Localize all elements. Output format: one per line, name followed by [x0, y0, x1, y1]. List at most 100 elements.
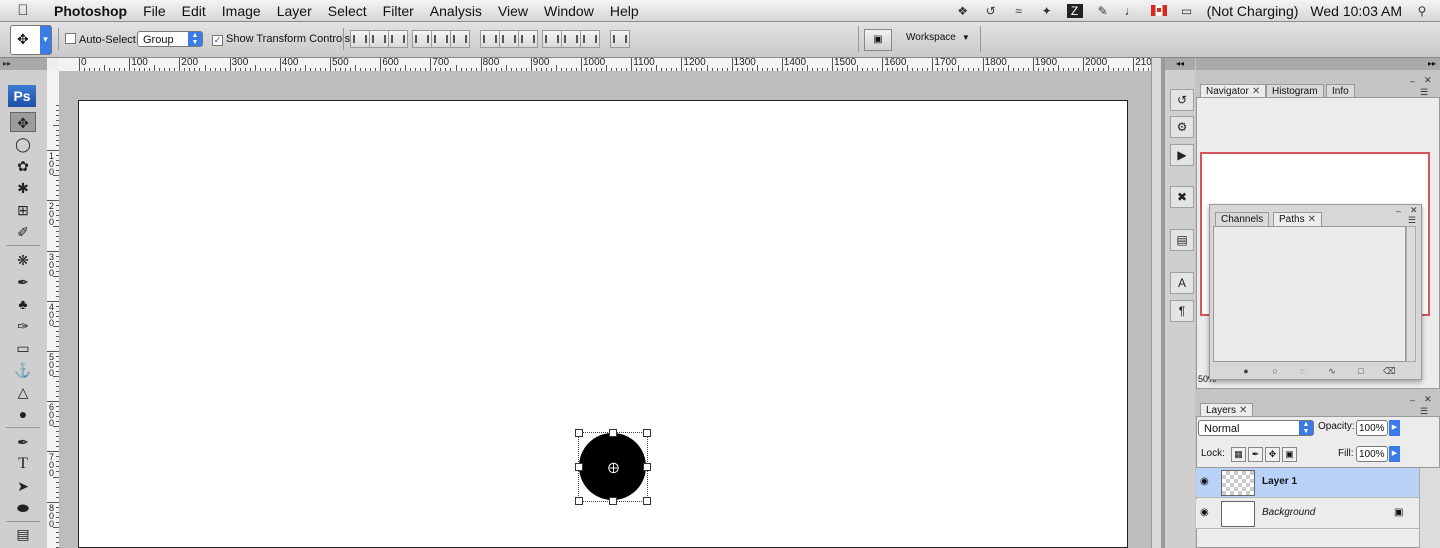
- tab-info[interactable]: Info: [1326, 84, 1355, 98]
- tab-layers[interactable]: Layers ✕: [1200, 403, 1254, 417]
- opacity-slider-arrow-icon[interactable]: ▶: [1389, 420, 1400, 436]
- align-bottom-edges-button[interactable]: [388, 30, 408, 48]
- load-path-as-selection-button[interactable]: ◌: [1296, 366, 1308, 376]
- menu-filter[interactable]: Filter: [375, 3, 422, 19]
- collapse-arrows-icon[interactable]: ▸▸: [0, 58, 47, 70]
- tab-navigator[interactable]: Navigator ✕: [1200, 84, 1267, 98]
- distribute-top-button[interactable]: [480, 30, 500, 48]
- panel-menu-icon[interactable]: ☰: [1408, 215, 1416, 226]
- blur-tool[interactable]: △: [10, 382, 36, 402]
- auto-align-layers-button[interactable]: [610, 30, 630, 48]
- opacity-field[interactable]: 100%: [1356, 420, 1388, 436]
- transform-handle-right[interactable]: [643, 463, 651, 471]
- fill-slider-arrow-icon[interactable]: ▶: [1389, 446, 1400, 462]
- dropbox-icon[interactable]: ❖: [955, 4, 971, 18]
- close-icon[interactable]: ✕: [1424, 75, 1432, 86]
- layer-name[interactable]: Layer 1: [1262, 476, 1297, 487]
- type-tool[interactable]: T: [10, 454, 36, 474]
- tab-channels[interactable]: Channels: [1215, 212, 1270, 226]
- align-horizontal-centers-button[interactable]: [431, 30, 451, 48]
- stroke-path-button[interactable]: ○: [1269, 366, 1281, 376]
- layer-row-layer-1[interactable]: ◉ Layer 1: [1196, 468, 1419, 498]
- distribute-right-button[interactable]: [580, 30, 600, 48]
- menu-window[interactable]: Window: [536, 3, 602, 19]
- menu-image[interactable]: Image: [214, 3, 269, 19]
- menu-photoshop[interactable]: Photoshop: [46, 3, 135, 19]
- fill-field[interactable]: 100%: [1356, 446, 1388, 462]
- layer-name[interactable]: Background: [1262, 507, 1315, 518]
- align-top-edges-button[interactable]: [350, 30, 370, 48]
- close-icon[interactable]: ✕: [1239, 405, 1247, 416]
- elliptical-marquee-tool[interactable]: ◯: [10, 134, 36, 154]
- horizontal-ruler[interactable]: 0 100 200 300 400 500 600 700 800 900 1000 1100 1200…: [58, 58, 1151, 72]
- tool-preset-picker[interactable]: ✥ ▼: [10, 25, 52, 55]
- history-brush-tool[interactable]: ✑: [10, 316, 36, 336]
- lock-image-pixels-button[interactable]: ✒: [1248, 447, 1263, 462]
- volume-icon[interactable]: ♩: [1123, 4, 1139, 18]
- layer-row-background[interactable]: ◉ Background ▣: [1196, 499, 1419, 529]
- layers-scrollbar[interactable]: [1419, 468, 1440, 548]
- auto-select-checkbox[interactable]: [65, 33, 76, 44]
- eye-visibility-icon[interactable]: ◉: [1200, 476, 1209, 487]
- transform-bounding-box[interactable]: ⨁: [575, 429, 651, 505]
- paragraph-panel-button[interactable]: ¶: [1170, 300, 1194, 322]
- collapse-panels-icon[interactable]: ▸▸: [1196, 58, 1440, 70]
- input-source-flag-icon[interactable]: [1150, 5, 1167, 16]
- transform-handle-top-right[interactable]: [643, 429, 651, 437]
- distribute-left-button[interactable]: [542, 30, 562, 48]
- menu-layer[interactable]: Layer: [269, 3, 320, 19]
- wifi-icon[interactable]: ≈: [1011, 4, 1027, 18]
- layer-comps-button[interactable]: ▤: [1170, 229, 1194, 251]
- lasso-tool[interactable]: ✿: [10, 156, 36, 176]
- menu-file[interactable]: File: [135, 3, 174, 19]
- paint-bucket-tool[interactable]: ⚓: [10, 360, 36, 380]
- transform-handle-top[interactable]: [609, 429, 617, 437]
- align-right-edges-button[interactable]: [450, 30, 470, 48]
- menu-edit[interactable]: Edit: [174, 3, 214, 19]
- time-machine-icon[interactable]: ↺: [983, 4, 999, 18]
- menu-analysis[interactable]: Analysis: [422, 3, 490, 19]
- menu-select[interactable]: Select: [320, 3, 375, 19]
- collapse-arrows-icon[interactable]: ◂◂: [1165, 58, 1195, 70]
- paths-scrollbar[interactable]: [1406, 226, 1416, 362]
- clone-stamp-tool[interactable]: ♣: [10, 294, 36, 314]
- close-icon[interactable]: ✕: [1308, 214, 1316, 225]
- distribute-horizontal-centers-button[interactable]: [561, 30, 581, 48]
- clock[interactable]: Wed 10:03 AM: [1310, 3, 1402, 19]
- fill-path-button[interactable]: ●: [1240, 366, 1252, 376]
- actions-panel-button[interactable]: ⚙: [1170, 116, 1194, 138]
- crop-tool[interactable]: ⊞: [10, 200, 36, 220]
- make-work-path-button[interactable]: ∿: [1324, 366, 1340, 376]
- tab-paths[interactable]: Paths ✕: [1273, 212, 1322, 226]
- magic-wand-tool[interactable]: ✱: [10, 178, 36, 198]
- history-panel-button[interactable]: ↺: [1170, 89, 1194, 111]
- align-vertical-centers-button[interactable]: [369, 30, 389, 48]
- move-tool[interactable]: ✥: [10, 112, 36, 132]
- play-actions-button[interactable]: ▶: [1170, 144, 1194, 166]
- app-status-icon[interactable]: Z: [1066, 3, 1083, 18]
- new-path-button[interactable]: □: [1355, 366, 1367, 376]
- menu-view[interactable]: View: [490, 3, 536, 19]
- character-panel-button[interactable]: A: [1170, 272, 1194, 294]
- delete-path-button[interactable]: ⌫: [1383, 366, 1396, 376]
- transform-handle-bottom-left[interactable]: [575, 497, 583, 505]
- spotlight-search-icon[interactable]: ⚲: [1414, 4, 1430, 18]
- lock-position-button[interactable]: ✥: [1265, 447, 1280, 462]
- close-icon[interactable]: ✕: [1252, 86, 1260, 97]
- healing-brush-tool[interactable]: ❋: [10, 250, 36, 270]
- blend-mode-dropdown[interactable]: Normal ▲ ▼: [1198, 420, 1314, 436]
- paths-list[interactable]: [1213, 226, 1406, 362]
- transform-handle-bottom-right[interactable]: [643, 497, 651, 505]
- transform-handle-bottom[interactable]: [609, 497, 617, 505]
- eyedropper-tool[interactable]: ✐: [10, 222, 36, 242]
- auto-select-dropdown[interactable]: Group ▲ ▼: [137, 31, 203, 47]
- battery-status-text[interactable]: (Not Charging): [1207, 3, 1299, 19]
- transform-handle-left[interactable]: [575, 463, 583, 471]
- bridge-button[interactable]: ▣: [864, 29, 892, 51]
- pen-status-icon[interactable]: ✎: [1095, 4, 1111, 18]
- lock-transparent-pixels-button[interactable]: ▦: [1231, 447, 1246, 462]
- bluetooth-icon[interactable]: ✦: [1039, 4, 1055, 18]
- ellipse-shape-tool[interactable]: ⬬: [10, 498, 36, 518]
- eraser-tool[interactable]: ▭: [10, 338, 36, 358]
- tool-presets-button[interactable]: ✖: [1170, 186, 1194, 208]
